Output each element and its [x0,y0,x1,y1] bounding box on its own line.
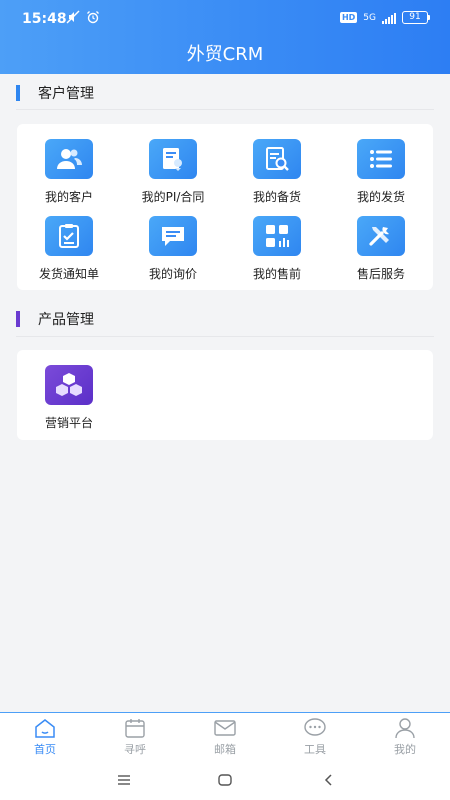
inquiry-chat-icon [149,216,197,256]
divider [16,109,434,110]
app-header: 15:48 HD 5G 91 外贸CRM [0,0,450,74]
hd-badge: HD [339,12,358,23]
mute-icon [66,10,80,24]
presale-grid-icon [253,216,301,256]
stock-search-icon [253,139,301,179]
shipment-list-icon [357,139,405,179]
calendar-icon [125,719,145,738]
customer-card: 我的客户 我的PI/合同 我的备货 我的发货 发货通知单 我的询价 我的售前 售… [17,124,433,290]
page-title: 外贸CRM [186,44,264,65]
system-nav-bar [0,760,450,800]
home-button[interactable] [215,770,235,790]
status-bar: 15:48 HD 5G 91 [0,0,450,34]
battery-icon: 91 [402,11,430,24]
cubes-icon [45,365,93,405]
contract-icon [149,139,197,179]
tile-my-presale[interactable]: 我的售前 [225,216,329,282]
tile-marketing-platform[interactable]: 营销平台 [17,365,121,431]
tile-after-sales[interactable]: 售后服务 [329,216,433,282]
alarm-icon [87,11,99,24]
tile-my-contract[interactable]: 我的PI/合同 [121,139,225,205]
tools-icon [357,216,405,256]
tab-tools[interactable]: 工具 [270,717,360,757]
tile-my-stock[interactable]: 我的备货 [225,139,329,205]
customers-icon [45,139,93,179]
section-customer-title: 客户管理 [16,83,94,103]
tab-mine[interactable]: 我的 [360,717,450,757]
bottom-tab-bar: 首页 寻呼 邮箱 工具 我的 [0,712,450,760]
tab-mailbox[interactable]: 邮箱 [180,717,270,757]
tab-home[interactable]: 首页 [0,717,90,757]
menu-icon [118,775,130,785]
clipboard-check-icon [45,216,93,256]
network-label: 5G [363,12,376,23]
back-button[interactable] [318,770,338,790]
tile-my-customers[interactable]: 我的客户 [17,139,121,205]
signal-icon [382,12,396,24]
section-product-title: 产品管理 [16,309,94,329]
home-icon [35,719,55,738]
tab-paging[interactable]: 寻呼 [90,717,180,757]
status-time: 15:48 [22,11,67,27]
menu-button[interactable] [114,770,134,790]
mail-icon [214,720,236,736]
tile-my-inquiry[interactable]: 我的询价 [121,216,225,282]
chat-tools-icon [304,718,326,736]
section-accent-bar [16,85,20,101]
tile-shipping-notice[interactable]: 发货通知单 [17,216,121,282]
user-icon [395,718,415,739]
divider [16,336,434,337]
back-icon [324,774,332,786]
product-card: 营销平台 [17,350,433,440]
section-accent-bar [16,311,20,327]
tile-my-shipment[interactable]: 我的发货 [329,139,433,205]
square-home-icon [218,774,232,786]
